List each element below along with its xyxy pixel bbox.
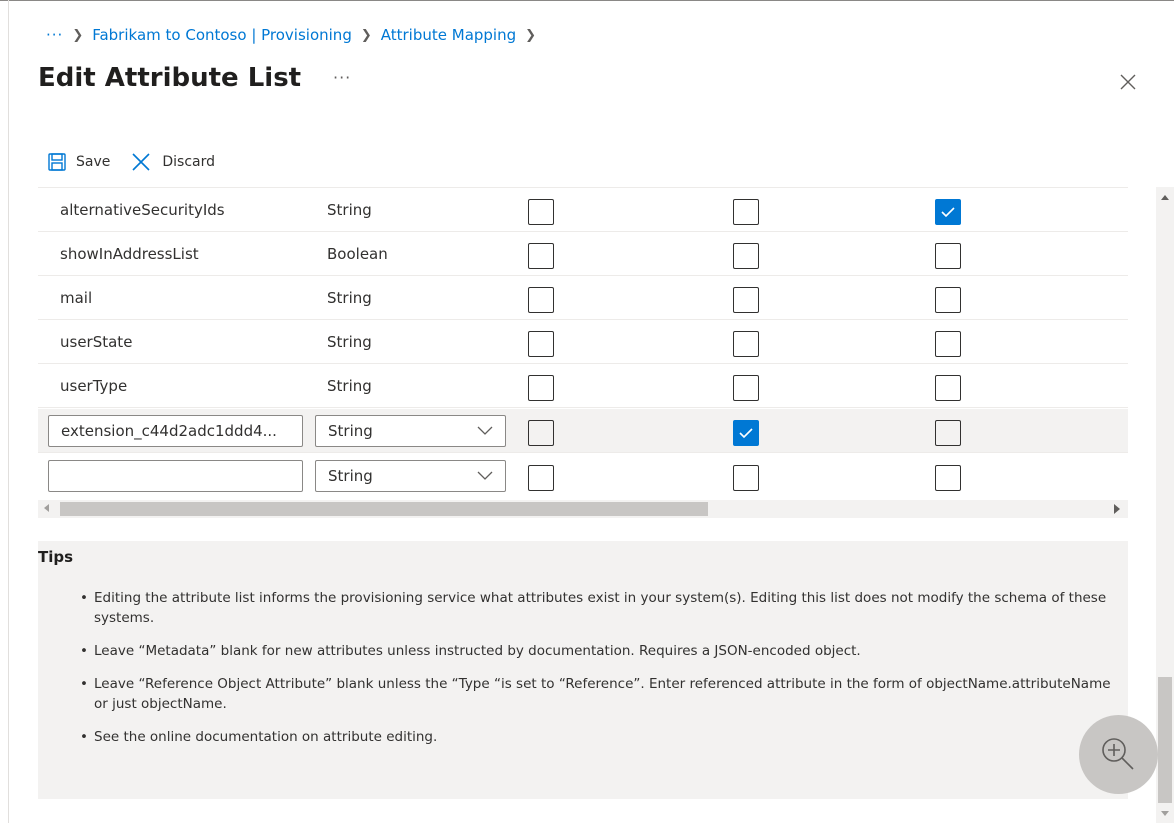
scroll-down-icon[interactable] [1161, 811, 1169, 816]
breadcrumb: ··· ❯ Fabrikam to Contoso | Provisioning… [46, 24, 545, 46]
required-checkbox[interactable] [733, 199, 759, 225]
required-checkbox[interactable] [733, 420, 759, 446]
table-row: alternativeSecurityIds String [38, 188, 1128, 232]
zoom-in-icon [1102, 738, 1134, 770]
scrollbar-thumb[interactable] [1158, 677, 1172, 803]
multi-value-checkbox[interactable] [935, 420, 961, 446]
attribute-type: String [327, 377, 372, 395]
table-row: mail String [38, 276, 1128, 320]
tip-item: Leave “Metadata” blank for new attribute… [80, 641, 1120, 661]
primary-key-checkbox[interactable] [528, 199, 554, 225]
multi-value-checkbox[interactable] [935, 375, 961, 401]
chevron-right-icon: ❯ [360, 27, 372, 43]
breadcrumb-item-attribute-mapping[interactable]: Attribute Mapping [381, 26, 516, 44]
multi-value-checkbox[interactable] [935, 199, 961, 225]
zoom-button[interactable] [1079, 715, 1158, 794]
scrollbar-thumb[interactable] [60, 502, 708, 516]
page-title: Edit Attribute List [38, 63, 302, 93]
multi-value-checkbox[interactable] [935, 331, 961, 357]
tip-item: Editing the attribute list informs the p… [80, 588, 1120, 628]
attribute-name-input[interactable] [48, 460, 303, 492]
save-label: Save [76, 154, 111, 170]
breadcrumb-item-provisioning[interactable]: Fabrikam to Contoso | Provisioning [92, 26, 352, 44]
attribute-name-input[interactable]: extension_c44d2adc1ddd4... [48, 415, 303, 447]
scroll-up-icon[interactable] [1161, 195, 1169, 200]
close-button[interactable] [1116, 70, 1140, 94]
dropdown-value: String [328, 467, 373, 485]
attribute-grid: alternativeSecurityIds String showInAddr… [38, 187, 1128, 522]
chevron-down-icon [477, 426, 493, 435]
attribute-type: String [327, 201, 372, 219]
more-options-button[interactable]: ··· [333, 68, 351, 87]
multi-value-checkbox[interactable] [935, 287, 961, 313]
tip-item: Leave “Reference Object Attribute” blank… [80, 674, 1120, 714]
breadcrumb-ellipsis[interactable]: ··· [46, 26, 63, 44]
primary-key-checkbox[interactable] [528, 375, 554, 401]
table-row: userState String [38, 320, 1128, 364]
checkmark-icon [941, 207, 955, 218]
primary-key-checkbox[interactable] [528, 465, 554, 491]
save-icon [48, 153, 66, 171]
chevron-right-icon: ❯ [72, 27, 84, 43]
scroll-left-icon[interactable] [44, 504, 49, 512]
attribute-type-dropdown[interactable]: String [315, 415, 506, 447]
tips-list: Editing the attribute list informs the p… [80, 588, 1120, 760]
save-button[interactable]: Save [48, 153, 110, 171]
tip-item: See the online documentation on attribut… [80, 727, 1120, 747]
close-icon [1120, 74, 1136, 90]
table-row: userType String [38, 364, 1128, 408]
attribute-type: String [327, 289, 372, 307]
chevron-down-icon [477, 471, 493, 480]
table-row-new: String [38, 454, 1128, 498]
command-bar: Save Discard [48, 148, 235, 176]
discard-button[interactable]: Discard [130, 151, 215, 173]
primary-key-checkbox[interactable] [528, 243, 554, 269]
attribute-type: Boolean [327, 245, 388, 263]
scroll-right-icon[interactable] [1114, 504, 1120, 514]
attribute-name: alternativeSecurityIds [60, 201, 225, 219]
required-checkbox[interactable] [733, 287, 759, 313]
table-row-selected: extension_c44d2adc1ddd4... String [38, 409, 1128, 453]
attribute-name: userState [60, 333, 133, 351]
attribute-type: String [327, 333, 372, 351]
window-top-border [0, 0, 1174, 1]
window-left-border [8, 0, 9, 823]
multi-value-checkbox[interactable] [935, 465, 961, 491]
primary-key-checkbox[interactable] [528, 420, 554, 446]
primary-key-checkbox[interactable] [528, 287, 554, 313]
attribute-name: mail [60, 289, 93, 307]
close-icon [132, 153, 150, 171]
required-checkbox[interactable] [733, 331, 759, 357]
horizontal-scrollbar[interactable] [38, 500, 1128, 518]
checkmark-icon [739, 428, 753, 439]
attribute-name: showInAddressList [60, 245, 199, 263]
required-checkbox[interactable] [733, 375, 759, 401]
chevron-right-icon: ❯ [525, 27, 537, 43]
primary-key-checkbox[interactable] [528, 331, 554, 357]
tips-title: Tips [38, 548, 74, 566]
tips-panel: Tips Editing the attribute list informs … [38, 541, 1128, 799]
attribute-name: userType [60, 377, 128, 395]
multi-value-checkbox[interactable] [935, 243, 961, 269]
attribute-type-dropdown[interactable]: String [315, 460, 506, 492]
required-checkbox[interactable] [733, 243, 759, 269]
required-checkbox[interactable] [733, 465, 759, 491]
vertical-scrollbar[interactable] [1156, 187, 1174, 823]
discard-label: Discard [162, 154, 216, 170]
table-row: showInAddressList Boolean [38, 232, 1128, 276]
dropdown-value: String [328, 422, 373, 440]
